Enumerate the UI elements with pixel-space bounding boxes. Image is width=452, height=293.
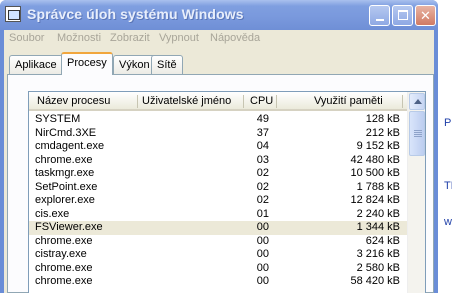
process-row[interactable]: cistray.exe 00 3 216 kB — [29, 248, 407, 262]
column-header-memory[interactable]: Využití paměti — [314, 92, 383, 111]
desktop-text-fragment: w — [444, 216, 452, 228]
task-manager-app-icon[interactable] — [5, 6, 21, 22]
process-cpu-cell: 01 — [256, 207, 269, 220]
process-name-cell: cmdagent.exe — [35, 140, 105, 152]
scrollbar-thumb[interactable] — [409, 111, 425, 156]
process-name-cell: chrome.exe — [35, 261, 93, 274]
process-name-cell: cistray.exe — [35, 248, 87, 260]
process-list[interactable]: Název procesu Uživatelské jméno CPU Využ… — [28, 91, 426, 293]
process-memory-cell: 42 480 kB — [350, 153, 400, 166]
menu-bar: Soubor Možnosti Zobrazit Vypnout Nápověd… — [4, 30, 434, 48]
column-divider[interactable] — [402, 95, 403, 108]
process-row[interactable]: chrome.exe 00 58 420 kB — [29, 275, 407, 289]
process-row[interactable]: taskmgr.exe 02 10 500 kB — [29, 167, 407, 181]
process-name-cell: chrome.exe — [35, 153, 93, 166]
tab-procesy[interactable]: Procesy — [61, 52, 113, 75]
process-name-cell: explorer.exe — [35, 194, 95, 206]
process-memory-cell: 1 344 kB — [356, 221, 400, 233]
tab-control: Aplikace Procesy Výkon Sítě Název proces… — [4, 50, 434, 293]
process-row[interactable]: chrome.exe 00 2 580 kB — [29, 262, 407, 276]
process-memory-cell: 624 kB — [365, 234, 400, 247]
process-cpu-cell: 02 — [256, 167, 269, 179]
process-cpu-cell: 03 — [256, 153, 269, 166]
process-name-cell: SetPoint.exe — [35, 180, 98, 193]
process-name-cell: cis.exe — [35, 207, 70, 220]
process-cpu-cell: 00 — [256, 248, 269, 260]
process-row[interactable]: FSViewer.exe 00 1 344 kB — [29, 221, 407, 235]
processes-tab-panel: Název procesu Uživatelské jméno CPU Využ… — [7, 74, 434, 293]
menu-zobrazit[interactable]: Zobrazit — [110, 32, 150, 44]
process-memory-cell: 2 240 kB — [356, 207, 400, 220]
menu-vypnout[interactable]: Vypnout — [159, 32, 199, 44]
process-row[interactable]: SYSTEM 49 128 kB — [29, 113, 407, 127]
menu-napoveda[interactable]: Nápověda — [210, 32, 260, 44]
column-header-user[interactable]: Uživatelské jméno — [142, 92, 231, 111]
grip-line — [414, 136, 422, 137]
process-cpu-cell: 00 — [256, 275, 269, 287]
process-list-header: Název procesu Uživatelské jméno CPU Využ… — [29, 92, 407, 111]
minimize-icon — [375, 19, 384, 21]
process-memory-cell: 10 500 kB — [350, 167, 400, 179]
process-row[interactable]: chrome.exe 03 42 480 kB — [29, 154, 407, 168]
title-bar[interactable]: Správce úloh systému Windows ✕ — [0, 0, 438, 30]
task-manager-window: Správce úloh systému Windows ✕ Soubor Mo… — [0, 0, 438, 293]
process-row[interactable]: cis.exe 01 2 240 kB — [29, 208, 407, 222]
maximize-icon — [397, 10, 408, 20]
process-name-cell: NirCmd.3XE — [35, 126, 97, 139]
process-cpu-cell: 04 — [256, 140, 269, 152]
process-cpu-cell: 02 — [256, 180, 269, 193]
process-name-cell: taskmgr.exe — [35, 167, 95, 179]
process-memory-cell: 128 kB — [365, 113, 400, 125]
window-client-area: Soubor Možnosti Zobrazit Vypnout Nápověd… — [4, 30, 434, 293]
process-row[interactable]: explorer.exe 02 12 824 kB — [29, 194, 407, 208]
grip-line — [414, 132, 422, 133]
process-memory-cell: 2 580 kB — [356, 261, 400, 274]
desktop-text-fragment: PL — [444, 117, 452, 129]
process-name-cell: chrome.exe — [35, 234, 93, 247]
column-divider[interactable] — [276, 95, 277, 108]
grip-line — [414, 130, 422, 131]
minimize-button[interactable] — [369, 5, 390, 26]
process-memory-cell: 1 788 kB — [356, 180, 400, 193]
menu-moznosti[interactable]: Možnosti — [57, 32, 101, 44]
process-row[interactable]: SetPoint.exe 02 1 788 kB — [29, 181, 407, 195]
close-icon: ✕ — [420, 8, 431, 23]
column-header-name[interactable]: Název procesu — [37, 92, 110, 111]
grip-line — [414, 134, 422, 135]
column-header-cpu[interactable]: CPU — [250, 92, 273, 111]
process-rows: SYSTEM 49 128 kB NirCmd.3XE 37 212 kB cmdagent… — [29, 113, 407, 289]
process-cpu-cell: 37 — [256, 126, 269, 139]
desktop-text-fragment: TD — [444, 180, 452, 192]
process-row[interactable]: cmdagent.exe 04 9 152 kB — [29, 140, 407, 154]
maximize-button[interactable] — [392, 5, 413, 26]
process-memory-cell: 12 824 kB — [350, 194, 400, 206]
process-row[interactable]: chrome.exe 00 624 kB — [29, 235, 407, 249]
column-divider[interactable] — [137, 95, 138, 108]
column-divider[interactable] — [243, 95, 244, 108]
desktop-background — [436, 0, 452, 293]
process-cpu-cell: 02 — [256, 194, 269, 206]
process-memory-cell: 58 420 kB — [350, 275, 400, 287]
process-memory-cell: 3 216 kB — [356, 248, 400, 260]
close-button[interactable]: ✕ — [415, 5, 436, 26]
process-memory-cell: 9 152 kB — [356, 140, 400, 152]
process-row[interactable]: NirCmd.3XE 37 212 kB — [29, 127, 407, 141]
window-title: Správce úloh systému Windows — [27, 6, 244, 22]
process-name-cell: FSViewer.exe — [35, 221, 103, 233]
process-name-cell: chrome.exe — [35, 275, 93, 287]
process-memory-cell: 212 kB — [365, 126, 400, 139]
process-cpu-cell: 49 — [256, 113, 269, 125]
vertical-scrollbar[interactable] — [407, 92, 425, 293]
process-cpu-cell: 00 — [256, 221, 269, 233]
process-cpu-cell: 00 — [256, 234, 269, 247]
process-name-cell: SYSTEM — [35, 113, 81, 125]
menu-soubor[interactable]: Soubor — [9, 32, 44, 44]
tab-aplikace[interactable]: Aplikace — [9, 55, 63, 74]
scroll-up-arrow-icon[interactable] — [409, 93, 425, 110]
tab-site[interactable]: Sítě — [151, 55, 183, 74]
process-cpu-cell: 00 — [256, 261, 269, 274]
tab-vykon[interactable]: Výkon — [113, 55, 156, 74]
